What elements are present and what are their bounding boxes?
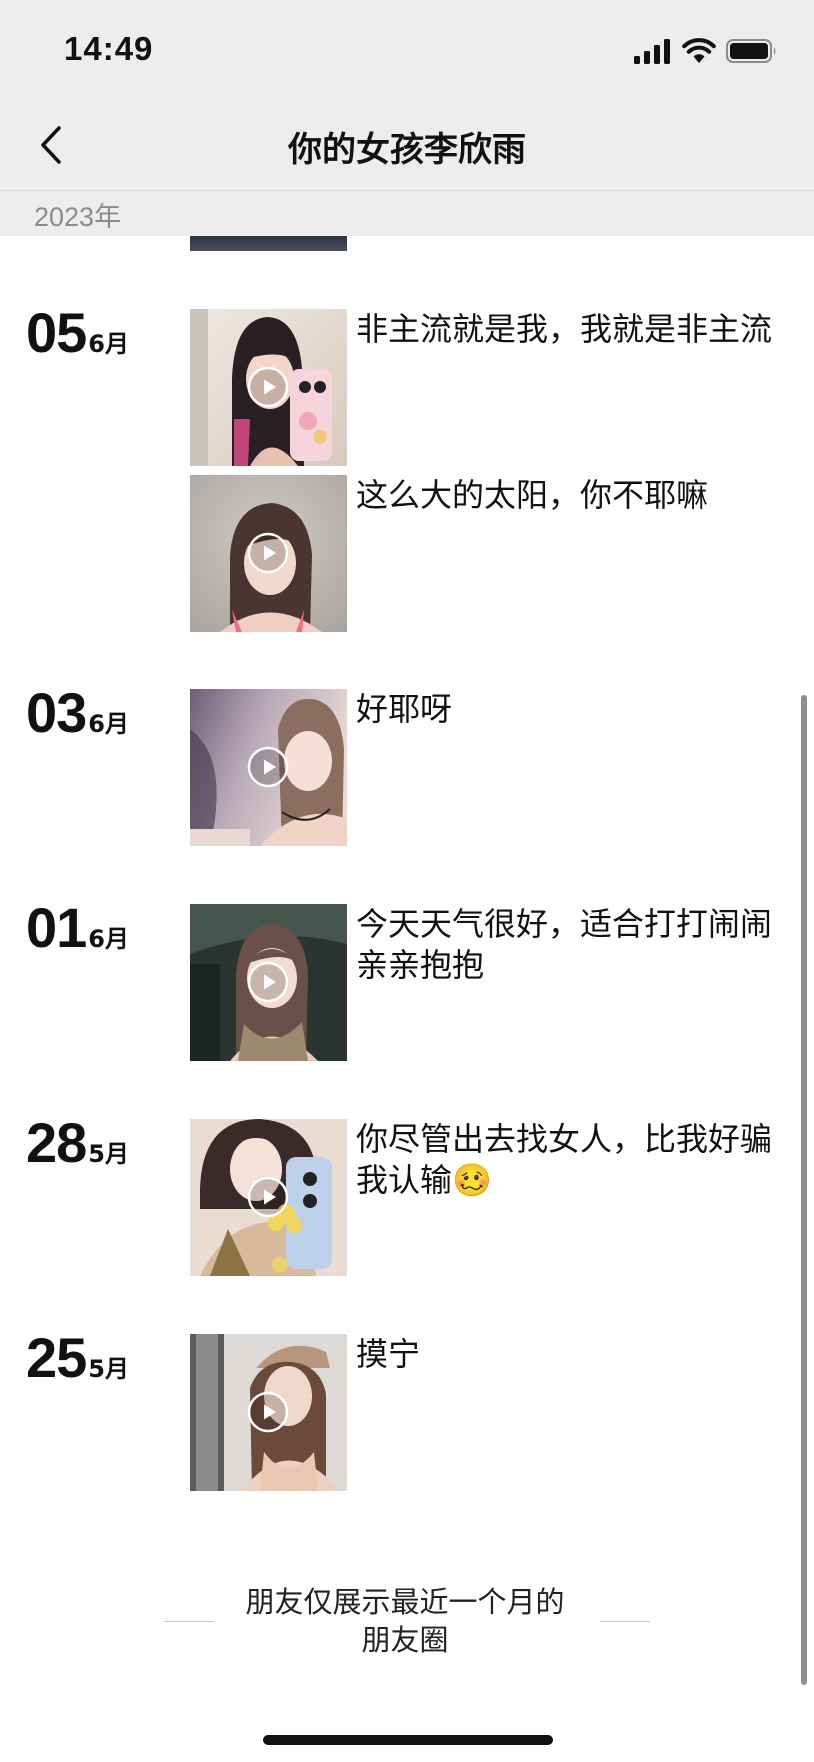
year-label: 2023年 xyxy=(34,202,122,232)
home-indicator[interactable] xyxy=(263,1735,553,1745)
date-label: 016月 xyxy=(26,895,129,960)
post-text: 非主流就是我，我就是非主流 xyxy=(356,310,773,348)
date-label: 036月 xyxy=(26,680,129,745)
post-text: 好耶呀 xyxy=(356,690,453,728)
date-day: 01 xyxy=(26,896,87,959)
date-label: 056月 xyxy=(26,300,129,365)
post-text: 今天天气很好，适合打打闹闹亲亲抱抱 xyxy=(356,905,773,984)
play-icon xyxy=(247,532,289,574)
play-icon xyxy=(247,1176,289,1218)
video-thumbnail[interactable] xyxy=(190,1119,347,1276)
video-thumbnail[interactable] xyxy=(190,904,347,1061)
visibility-note-line-1: 朋友仅展示最近一个月的 xyxy=(245,1585,565,1619)
post-text: 摸宁 xyxy=(356,1335,421,1373)
video-thumbnail[interactable] xyxy=(190,689,347,846)
date-day: 03 xyxy=(26,681,87,744)
moments-timeline: 056月 非主流就是我，我就是非主流 这么大的太阳，你不耶嘛 036月 好耶呀 … xyxy=(0,0,814,1762)
video-thumbnail[interactable] xyxy=(190,1334,347,1491)
moment-post[interactable]: 你尽管出去找女人，比我好骗我认输🥴 xyxy=(190,1119,790,1276)
play-icon xyxy=(247,366,289,408)
date-month: 6月 xyxy=(88,925,129,953)
video-thumbnail[interactable] xyxy=(190,309,347,466)
moment-post[interactable]: 这么大的太阳，你不耶嘛 xyxy=(190,475,790,632)
visibility-note-line-2: 朋友圈 xyxy=(361,1623,449,1657)
moment-post[interactable]: 摸宁 xyxy=(190,1334,790,1491)
date-day: 25 xyxy=(26,1326,87,1389)
visibility-note: 朋友仅展示最近一个月的 朋友圈 xyxy=(0,1583,814,1663)
date-day: 28 xyxy=(26,1111,87,1174)
play-icon xyxy=(247,746,289,788)
divider-line-right xyxy=(600,1621,650,1622)
date-day: 05 xyxy=(26,301,87,364)
play-icon xyxy=(247,961,289,1003)
video-thumbnail[interactable] xyxy=(190,475,347,632)
date-label: 255月 xyxy=(26,1325,129,1390)
date-label: 285月 xyxy=(26,1110,129,1175)
moment-post[interactable]: 今天天气很好，适合打打闹闹亲亲抱抱 xyxy=(190,904,790,1061)
divider-line-left xyxy=(164,1621,214,1622)
date-month: 6月 xyxy=(88,710,129,738)
post-text: 你尽管出去找女人，比我好骗我认输🥴 xyxy=(356,1120,773,1199)
partial-video-thumbnail[interactable] xyxy=(190,236,347,251)
date-month: 5月 xyxy=(88,1355,129,1383)
date-month: 6月 xyxy=(88,330,129,358)
date-month: 5月 xyxy=(88,1140,129,1168)
moment-post[interactable]: 好耶呀 xyxy=(190,689,790,846)
visibility-note-text: 朋友仅展示最近一个月的 朋友圈 xyxy=(220,1583,590,1659)
scrollbar[interactable] xyxy=(801,695,807,1685)
moment-post[interactable]: 非主流就是我，我就是非主流 xyxy=(190,309,790,466)
year-header: 2023年 xyxy=(0,191,814,236)
post-text: 这么大的太阳，你不耶嘛 xyxy=(356,476,709,514)
play-icon xyxy=(247,1391,289,1433)
